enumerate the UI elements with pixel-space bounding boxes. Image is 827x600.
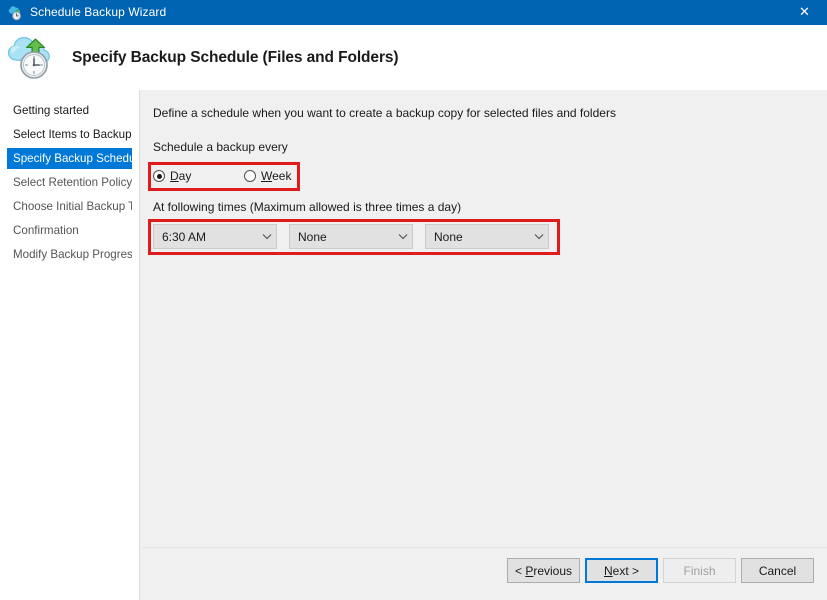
time-dropdown-3-value: None bbox=[434, 229, 463, 244]
wizard-body: Getting started Select Items to Backup S… bbox=[0, 90, 827, 600]
app-icon bbox=[7, 5, 23, 21]
chevron-down-icon bbox=[258, 233, 276, 240]
sidebar-item-getting-started[interactable]: Getting started bbox=[7, 100, 132, 121]
previous-button[interactable]: < Previous bbox=[507, 558, 580, 583]
window-title: Schedule Backup Wizard bbox=[30, 5, 167, 19]
time-dropdown-1-value: 6:30 AM bbox=[162, 229, 207, 244]
wizard-header: Specify Backup Schedule (Files and Folde… bbox=[0, 25, 827, 90]
title-bar: Schedule Backup Wizard ✕ bbox=[0, 0, 827, 25]
sidebar-item-modify-progress[interactable]: Modify Backup Progress bbox=[7, 244, 132, 265]
schedule-every-label: Schedule a backup every bbox=[153, 140, 288, 154]
finish-button: Finish bbox=[663, 558, 736, 583]
chevron-down-icon bbox=[394, 233, 412, 240]
following-times-label: At following times (Maximum allowed is t… bbox=[153, 200, 462, 214]
sidebar-item-retention-policy[interactable]: Select Retention Policy ... bbox=[7, 172, 132, 193]
time-dropdown-2-value: None bbox=[298, 229, 327, 244]
wizard-footer: < Previous Next > Finish Cancel bbox=[141, 548, 827, 600]
radio-unselected-icon bbox=[244, 170, 256, 182]
radio-label-week: Week bbox=[261, 169, 292, 183]
radio-selected-icon bbox=[153, 170, 165, 182]
radio-option-week[interactable]: Week bbox=[244, 167, 291, 185]
chevron-down-icon bbox=[530, 233, 548, 240]
radio-label-day: Day bbox=[170, 169, 192, 183]
sidebar-item-select-items[interactable]: Select Items to Backup bbox=[7, 124, 132, 145]
sidebar-item-specify-schedule[interactable]: Specify Backup Schedu... bbox=[7, 148, 132, 169]
intro-description: Define a schedule when you want to creat… bbox=[153, 106, 616, 120]
time-dropdown-3[interactable]: None bbox=[425, 224, 549, 249]
time-dropdown-2[interactable]: None bbox=[289, 224, 413, 249]
sidebar-item-initial-backup[interactable]: Choose Initial Backup T... bbox=[7, 196, 132, 217]
sidebar-item-confirmation[interactable]: Confirmation bbox=[7, 220, 132, 241]
backup-frequency-radio-group: Day Week bbox=[153, 167, 303, 187]
cancel-button[interactable]: Cancel bbox=[741, 558, 814, 583]
schedule-backup-wizard-window: Schedule Backup Wizard ✕ Specify Backup … bbox=[0, 0, 827, 600]
page-title: Specify Backup Schedule (Files and Folde… bbox=[72, 48, 399, 66]
radio-option-day[interactable]: Day bbox=[153, 167, 191, 185]
time-dropdown-1[interactable]: 6:30 AM bbox=[153, 224, 277, 249]
wizard-steps-sidebar: Getting started Select Items to Backup S… bbox=[0, 90, 140, 600]
cloud-upload-clock-icon bbox=[6, 32, 62, 84]
wizard-content-pane: Define a schedule when you want to creat… bbox=[141, 90, 827, 600]
next-button[interactable]: Next > bbox=[585, 558, 658, 583]
close-icon[interactable]: ✕ bbox=[782, 0, 827, 25]
backup-times-row: 6:30 AM None None bbox=[153, 224, 553, 249]
